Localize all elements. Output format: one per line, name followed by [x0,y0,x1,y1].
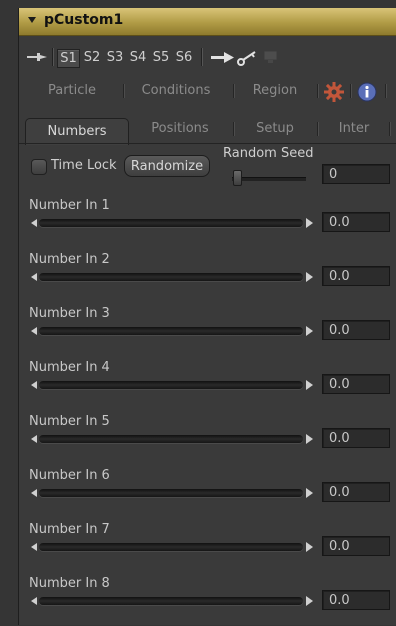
tab-inter[interactable]: Inter [323,116,385,142]
tab-divider [233,122,234,136]
tab-divider [123,84,124,98]
time-lock-label: Time Lock [51,158,117,173]
tab-row-secondary: Numbers Positions Setup Inter [19,116,396,145]
slider-label: Number In 7 [29,522,110,537]
value-field[interactable]: 0.0 [322,374,390,394]
value-field[interactable]: 0.0 [322,590,390,610]
value-field[interactable]: 0.0 [322,428,390,448]
increment-arrow-icon[interactable] [306,218,313,228]
tab-conditions[interactable]: Conditions [128,78,224,104]
increment-arrow-icon[interactable] [306,488,313,498]
set-tab-s5[interactable]: S5 [151,49,171,66]
slider-track[interactable] [39,489,303,497]
toolbar-divider [201,48,202,66]
monitor-icon[interactable] [263,50,279,64]
value-field[interactable]: 0.0 [322,482,390,502]
slider-track[interactable] [39,219,303,227]
slider-track[interactable] [39,381,303,389]
toolbar-divider [52,48,53,66]
random-seed-label: Random Seed [223,146,314,161]
tab-setup[interactable]: Setup [239,116,311,142]
tab-divider [350,84,351,98]
tab-numbers[interactable]: Numbers [25,118,129,145]
slider-track[interactable] [39,597,303,605]
collapse-arrow-icon[interactable] [28,17,36,23]
increment-arrow-icon[interactable] [306,542,313,552]
decrement-arrow-icon[interactable] [31,219,37,227]
tool-panel: pCustom1 S1 S2 S3 S4 S5 S6 Particle Cond… [18,8,396,625]
set-tab-s3[interactable]: S3 [105,49,125,66]
slider-number-in-6: Number In 6 0.0 [19,468,396,518]
slider-track[interactable] [39,435,303,443]
slider-track[interactable] [39,273,303,281]
slider-track[interactable] [39,327,303,335]
value-field[interactable]: 0.0 [322,266,390,286]
slider-number-in-8: Number In 8 0.0 [19,576,396,626]
title-bar[interactable]: pCustom1 [19,8,396,36]
slider-label: Number In 5 [29,414,110,429]
increment-arrow-icon[interactable] [306,434,313,444]
increment-arrow-icon[interactable] [306,326,313,336]
increment-arrow-icon[interactable] [306,596,313,606]
slider-number-in-4: Number In 4 0.0 [19,360,396,410]
decrement-arrow-icon[interactable] [31,543,37,551]
set-tab-s2[interactable]: S2 [82,49,102,66]
randomize-button[interactable]: Randomize [124,155,210,177]
gear-icon[interactable] [323,81,345,103]
key-icon[interactable] [237,50,259,66]
slider-label: Number In 8 [29,576,110,591]
decrement-arrow-icon[interactable] [31,489,37,497]
slider-number-in-2: Number In 2 0.0 [19,252,396,302]
arrow-icon[interactable] [211,51,235,63]
increment-arrow-icon[interactable] [306,380,313,390]
slider-number-in-3: Number In 3 0.0 [19,306,396,356]
tab-region[interactable]: Region [239,78,311,104]
decrement-arrow-icon[interactable] [31,273,37,281]
tab-divider [385,84,386,98]
tab-positions[interactable]: Positions [131,116,229,142]
slider-label: Number In 3 [29,306,110,321]
random-seed-field[interactable]: 0 [322,164,390,184]
toolbar: S1 S2 S3 S4 S5 S6 [19,44,396,70]
decrement-arrow-icon[interactable] [31,381,37,389]
value-field[interactable]: 0.0 [322,320,390,340]
decrement-arrow-icon[interactable] [31,435,37,443]
tab-divider [389,122,390,136]
decrement-arrow-icon[interactable] [31,327,37,335]
random-seed-slider-handle[interactable] [233,170,242,186]
decrement-arrow-icon[interactable] [31,597,37,605]
set-tab-s1[interactable]: S1 [57,49,80,68]
set-tab-s6[interactable]: S6 [174,49,194,66]
tab-divider [317,84,318,98]
slider-number-in-1: Number In 1 0.0 [19,198,396,248]
tab-panel-border [19,143,396,144]
info-icon[interactable] [356,81,378,103]
tab-row-primary: Particle Conditions Region [19,78,396,104]
slider-label: Number In 6 [29,468,110,483]
value-field[interactable]: 0.0 [322,536,390,556]
tab-particle[interactable]: Particle [27,78,117,104]
slider-number-in-5: Number In 5 0.0 [19,414,396,464]
random-seed-slider-track[interactable] [232,177,306,181]
tab-divider [233,84,234,98]
value-field[interactable]: 0.0 [322,212,390,232]
slider-number-in-7: Number In 7 0.0 [19,522,396,572]
slider-track[interactable] [39,543,303,551]
pin-icon[interactable] [27,52,49,62]
tool-title: pCustom1 [44,12,124,28]
slider-label: Number In 1 [29,198,110,213]
slider-label: Number In 2 [29,252,110,267]
set-tab-s4[interactable]: S4 [128,49,148,66]
increment-arrow-icon[interactable] [306,272,313,282]
time-lock-checkbox[interactable] [31,159,47,175]
tab-divider [317,122,318,136]
slider-label: Number In 4 [29,360,110,375]
